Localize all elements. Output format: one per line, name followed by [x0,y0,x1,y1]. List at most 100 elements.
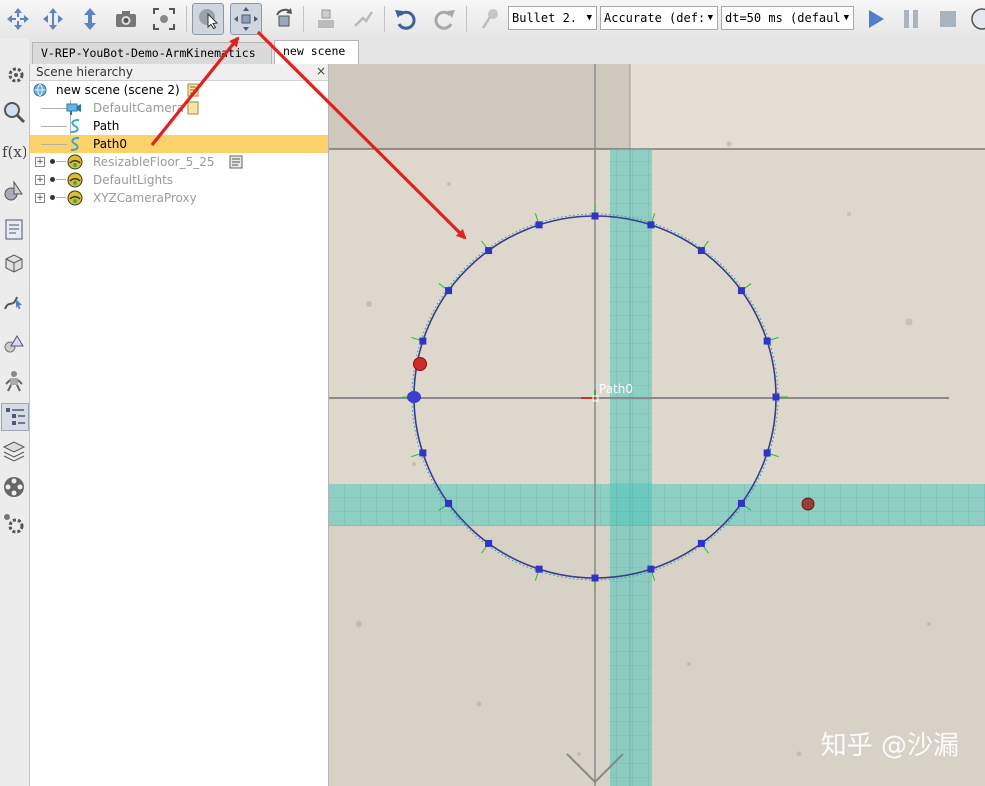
path-control-point[interactable] [697,247,705,255]
tree-item-defaultcamera[interactable]: DefaultCamera [30,99,328,117]
path-control-point[interactable] [763,337,771,345]
tree-root-scene[interactable]: new scene (scene 2) [30,81,328,99]
tree-connector [41,108,67,109]
path-control-point[interactable] [647,221,655,229]
toolbar-separator [466,6,467,32]
object-rotate-button[interactable] [268,3,300,35]
magnifier-icon [4,102,26,124]
band-grid [610,149,652,786]
object-shift-icon [234,7,258,31]
path-edit-button[interactable] [1,288,27,314]
physics-engine-select[interactable]: Bullet 2. ▼ [508,6,597,30]
zoom-tool-button[interactable] [1,99,27,125]
fit-view-icon [153,8,175,30]
red-dummy-sphere[interactable] [413,357,427,371]
expand-plus-icon[interactable]: + [35,157,45,167]
start-simulation-button[interactable] [859,3,891,35]
tab-new-scene[interactable]: new scene [274,40,359,64]
scene-hierarchy-panel: Scene hierarchy × new scene (scene 2) De… [30,64,329,786]
path-control-point[interactable] [647,565,655,573]
path-control-point[interactable] [485,247,493,255]
accuracy-value: Accurate (def: [604,11,706,25]
calculation-module-button[interactable]: f(x) [1,138,27,164]
camera-shift-button[interactable] [74,3,106,35]
viewport-canvas[interactable]: Path0 [329,64,985,786]
toolbar-separator [186,6,187,32]
path-start-node[interactable] [407,391,421,403]
assemble-button[interactable] [310,3,342,35]
tree-item-resizablefloor[interactable]: + ResizableFloor_5_25 [30,153,328,171]
realtime-mode-button[interactable] [966,3,985,35]
dynamics-toggle-button[interactable] [474,3,506,35]
path-control-point[interactable] [697,539,705,547]
video-recorder-button[interactable] [1,474,27,500]
tree-item-path[interactable]: Path [30,117,328,135]
tree-item-defaultlights[interactable]: + DefaultLights [30,171,328,189]
scene-hierarchy-header: Scene hierarchy × [30,64,328,81]
hierarchy-list-icon [6,408,25,425]
move-arrows-icon [7,8,29,30]
scene-viewport[interactable]: Path0 知乎 @沙漏 [329,64,985,786]
close-icon[interactable]: × [316,65,326,77]
path-control-point[interactable] [763,449,771,457]
model-browser-button[interactable] [1,250,27,276]
script-button[interactable] [1,216,27,242]
tree-item-xyzcameraproxy[interactable]: + XYZCameraProxy [30,189,328,207]
undo-button[interactable] [390,3,422,35]
expand-plus-icon[interactable]: + [35,193,45,203]
scene-settings-button[interactable] [1,60,27,86]
transfer-dna-button[interactable] [347,3,379,35]
tree-item-label: ResizableFloor_5_25 [93,155,215,169]
path-control-point[interactable] [772,393,780,401]
pause-simulation-button[interactable] [895,3,927,35]
path-object-icon [70,137,80,151]
primitive-shapes-button[interactable] [1,331,27,357]
film-reel-icon [4,477,24,497]
chevron-down-icon: ▼ [843,13,849,23]
path-control-point[interactable] [591,574,599,582]
document-icon [5,219,23,240]
model-object-icon [67,190,83,206]
left-tool-strip: f(x) [0,38,30,786]
path-control-point[interactable] [591,212,599,220]
scene-root-label: new scene (scene 2) [56,83,180,97]
svg-text:f(x): f(x) [2,143,26,161]
function-icon: f(x) [2,143,26,161]
stop-simulation-button[interactable] [932,3,964,35]
path-control-point[interactable] [737,287,745,295]
band-grid [329,484,985,526]
camera-pan-button[interactable] [2,3,34,35]
shapes-icon [4,180,23,201]
timestep-select[interactable]: dt=50 ms (defaul ▼ [721,6,854,30]
path-control-point[interactable] [419,337,427,345]
model-object-icon [67,154,83,170]
accuracy-select[interactable]: Accurate (def: ▼ [600,6,718,30]
object-shift-button[interactable] [230,3,262,35]
path-control-point[interactable] [485,539,493,547]
tab-youbot-demo[interactable]: V-REP-YouBot-Demo-ArmKinematics [32,42,272,64]
click-select-button[interactable] [192,3,224,35]
path-control-point[interactable] [535,565,543,573]
undo-icon [395,10,416,30]
redo-button[interactable] [428,3,460,35]
robot-model-button[interactable] [1,368,27,394]
camera-rotate-button[interactable] [37,3,69,35]
expand-plus-icon[interactable]: + [35,175,45,185]
layers-button[interactable] [1,438,27,464]
path-control-point[interactable] [737,499,745,507]
scene-hierarchy-toggle[interactable] [1,403,29,431]
user-settings-button[interactable] [1,511,27,537]
script-page-icon[interactable] [228,155,244,169]
script-page-icon[interactable] [186,83,200,97]
shape-edit-button[interactable] [1,178,27,204]
path-control-point[interactable] [419,449,427,457]
script-page-icon[interactable] [186,101,200,115]
path-control-point[interactable] [445,499,453,507]
path-control-point[interactable] [445,287,453,295]
path-control-point[interactable] [535,221,543,229]
fit-to-view-button[interactable] [148,3,180,35]
camera-angle-button[interactable] [110,3,142,35]
panel-title: Scene hierarchy [36,65,133,79]
tree-item-path0[interactable]: Path0 [30,135,328,153]
red-dummy-sphere[interactable] [801,497,815,511]
